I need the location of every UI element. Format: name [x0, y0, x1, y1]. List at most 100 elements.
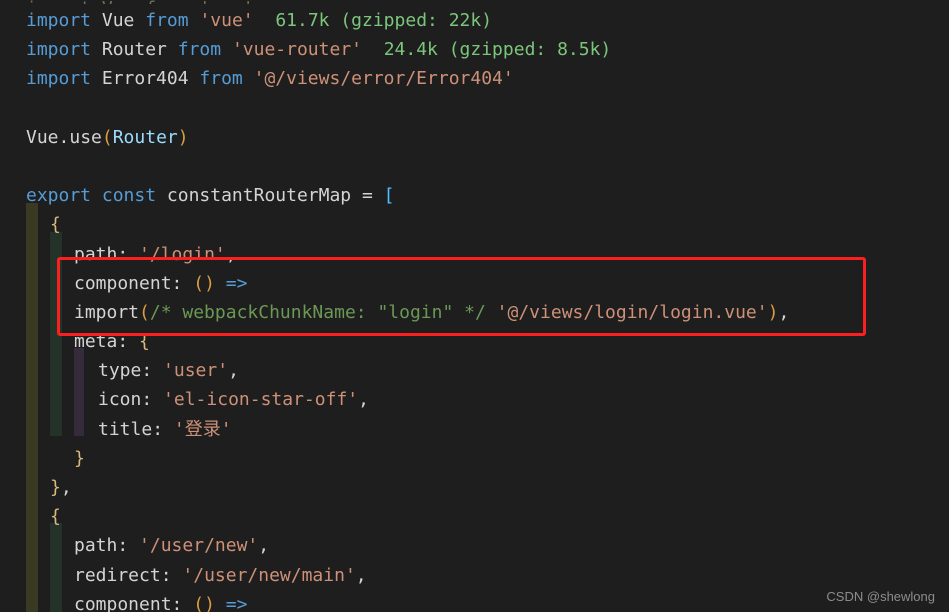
code-token: : — [117, 535, 140, 557]
code-token: 'vue-router' — [231, 39, 362, 61]
code-token: => — [225, 593, 248, 612]
code-token: : — [141, 389, 164, 411]
code-token: path — [74, 535, 118, 557]
code-token: { — [50, 214, 61, 236]
code-token: : — [152, 418, 174, 440]
code-line[interactable]: } — [0, 444, 949, 473]
code-line[interactable]: icon: 'el-icon-star-off', — [0, 385, 949, 414]
code-content[interactable]: import Vue from 'vue' 61.7k (gzipped: 22… — [0, 6, 949, 612]
code-token: from — [145, 10, 189, 31]
code-token: ( — [139, 301, 150, 323]
code-token: '@/views/error/Error404' — [253, 68, 514, 90]
code-line[interactable]: path: '/user/new', — [0, 531, 949, 560]
code-token: : — [141, 360, 164, 382]
code-line[interactable]: component: () => — [0, 269, 949, 298]
code-token: ) — [204, 593, 215, 612]
watermark: CSDN @shewlong — [826, 589, 935, 604]
code-token: constantRouterMap — [166, 185, 352, 207]
code-token: component — [74, 593, 172, 612]
code-token: Vue — [101, 10, 135, 31]
code-token: '/user/new' — [139, 535, 259, 557]
code-token: , — [355, 564, 367, 586]
code-token: : — [117, 243, 140, 265]
clipped-top-line: import Vue from 'vue' — [26, 0, 254, 4]
code-token: { — [50, 506, 61, 528]
code-token: path — [74, 243, 118, 265]
code-line[interactable]: export const constantRouterMap = [ — [0, 181, 949, 210]
code-token: 61.7k (gzipped: 22k) — [275, 10, 493, 31]
code-line[interactable] — [0, 94, 949, 123]
code-line[interactable]: import Vue from 'vue' 61.7k (gzipped: 22… — [0, 6, 949, 35]
code-token: ( — [193, 272, 205, 294]
code-token: from — [199, 68, 243, 90]
code-token: '/user/new/main' — [182, 564, 356, 586]
code-token: import — [26, 68, 92, 90]
code-token: 'vue' — [199, 10, 254, 31]
code-line[interactable]: { — [0, 502, 949, 531]
code-token: Error404 — [101, 68, 189, 90]
code-token: export — [26, 185, 92, 207]
code-token: use — [69, 126, 102, 148]
code-token: , — [228, 360, 239, 382]
code-editor[interactable]: import Vue from 'vue' import Vue from 'v… — [0, 0, 949, 612]
code-line[interactable]: import(/* webpackChunkName: "login" */ '… — [0, 298, 949, 327]
code-line[interactable]: import Error404 from '@/views/error/Erro… — [0, 64, 949, 93]
code-token: } — [50, 477, 61, 498]
code-token: [ — [383, 185, 395, 207]
code-token: from — [177, 39, 222, 61]
code-token: = — [361, 185, 373, 207]
code-line[interactable] — [0, 152, 949, 181]
code-token: const — [101, 185, 157, 207]
code-token: , — [225, 243, 237, 265]
code-token: 24.4k (gzipped: 8.5k) — [383, 39, 612, 61]
code-token: meta — [74, 331, 118, 353]
code-token: ( — [101, 126, 113, 148]
code-line[interactable]: { — [0, 210, 949, 239]
code-token: : — [160, 564, 183, 586]
code-line[interactable]: meta: { — [0, 327, 949, 356]
code-token: import — [26, 10, 92, 31]
code-line[interactable]: redirect: '/user/new/main', — [0, 561, 949, 590]
code-line[interactable]: path: '/login', — [0, 240, 949, 269]
code-token: => — [225, 272, 248, 294]
code-token: { — [139, 331, 150, 353]
code-token: 'user' — [163, 360, 229, 382]
code-token: : — [117, 331, 140, 353]
code-line[interactable]: component: () => — [0, 590, 949, 612]
code-token: ) — [177, 126, 189, 148]
code-line[interactable]: import Router from 'vue-router' 24.4k (g… — [0, 35, 949, 64]
code-token: ) — [204, 272, 215, 294]
code-token: . — [58, 126, 70, 148]
code-token: Router — [112, 126, 178, 148]
code-token: '@/views/login/login.vue' — [496, 301, 768, 323]
code-line[interactable]: title: '登录' — [0, 415, 949, 444]
code-token: '登录' — [173, 418, 232, 440]
code-token: import — [74, 301, 140, 323]
code-token: title — [98, 418, 153, 440]
code-token: icon — [98, 389, 142, 411]
code-token: , — [778, 301, 790, 323]
code-token: component — [74, 272, 172, 294]
code-line[interactable]: Vue.use(Router) — [0, 123, 949, 152]
code-line[interactable]: }, — [0, 473, 949, 502]
code-token: : — [171, 272, 194, 294]
code-line[interactable]: type: 'user', — [0, 356, 949, 385]
code-token: type — [98, 360, 142, 382]
